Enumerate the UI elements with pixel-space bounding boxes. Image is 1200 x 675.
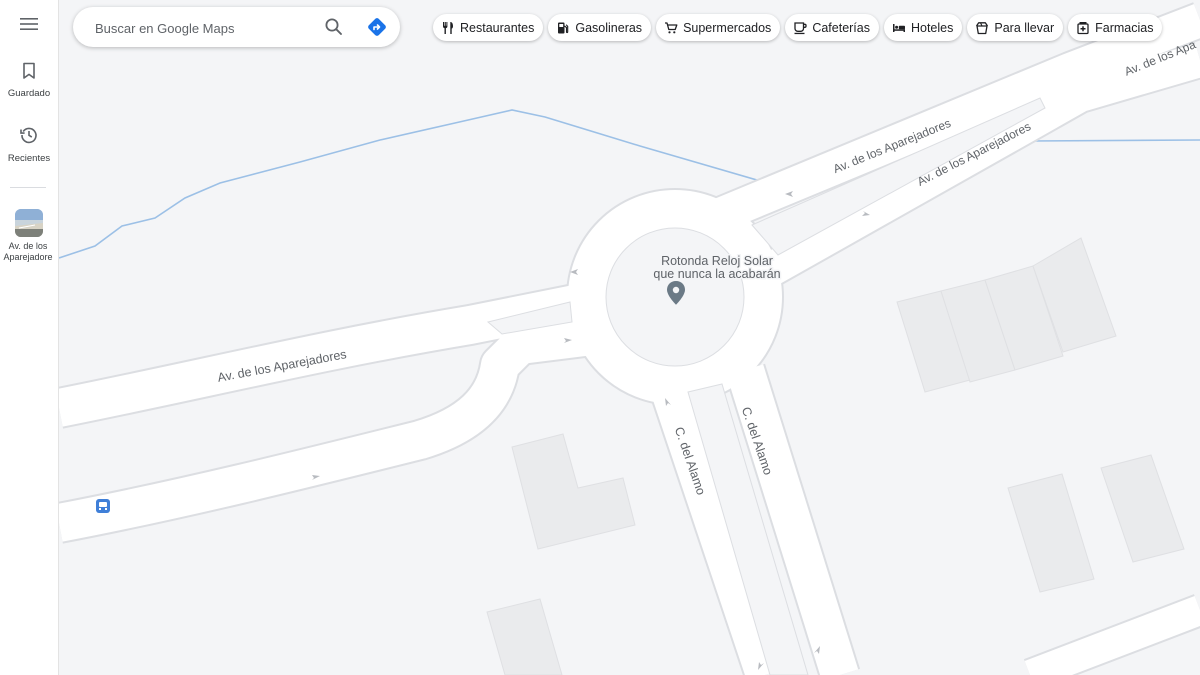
map-canvas[interactable]: Rotonda Reloj Solar que nunca la acabará… (59, 0, 1200, 675)
recents-label: Recientes (7, 153, 51, 164)
chip-label: Restaurantes (460, 20, 535, 35)
chip-label: Cafeterías (812, 20, 870, 35)
bed-icon (892, 21, 906, 35)
saved-label: Guardado (7, 88, 51, 99)
hamburger-menu-icon (20, 18, 38, 35)
recent-place-thumbnail (15, 209, 43, 237)
chip-cafes[interactable]: Cafeterías (785, 14, 879, 41)
recents-button[interactable]: Recientes (0, 125, 58, 164)
chip-gas-stations[interactable]: Gasolineras (548, 14, 652, 41)
coffee-cup-icon (793, 21, 807, 35)
chip-label: Hoteles (910, 20, 954, 35)
fork-knife-icon (441, 21, 455, 35)
chip-takeaway[interactable]: Para llevar (967, 14, 1064, 41)
history-icon (19, 127, 39, 149)
gas-pump-icon (556, 21, 570, 35)
search-box (73, 7, 400, 49)
rail-divider (10, 187, 46, 188)
search-icon (322, 18, 346, 43)
recent-place-label-line1: Av. de los (8, 241, 48, 251)
directions-button[interactable] (365, 15, 389, 39)
search-button[interactable] (322, 15, 346, 39)
chip-pharmacies[interactable]: Farmacias (1068, 14, 1163, 41)
shopping-cart-icon (664, 21, 678, 35)
category-chips: Restaurantes Gasolineras Supermercados C… (433, 14, 1167, 42)
place-label: Rotonda Reloj Solar (661, 254, 773, 268)
search-input[interactable] (93, 7, 317, 49)
menu-button[interactable] (0, 17, 58, 36)
directions-icon (365, 18, 389, 43)
recent-place-label-line2: Aparejadore (3, 252, 53, 262)
bus-stop-icon (96, 499, 110, 513)
chip-label: Supermercados (683, 20, 772, 35)
recent-place-item[interactable]: Av. de los Aparejadore (0, 209, 58, 263)
chip-hotels[interactable]: Hoteles (883, 14, 963, 41)
saved-button[interactable]: Guardado (0, 62, 58, 99)
place-label: que nunca la acabarán (653, 267, 780, 281)
chip-restaurants[interactable]: Restaurantes (433, 14, 544, 41)
takeaway-icon (975, 21, 989, 35)
left-rail: Guardado Recientes Av. de los Aparejador… (0, 0, 59, 675)
chip-label: Para llevar (994, 20, 1055, 35)
road (1036, 61, 1087, 116)
chip-supermarkets[interactable]: Supermercados (656, 14, 781, 41)
bookmark-icon (22, 62, 36, 84)
pharmacy-icon (1076, 21, 1090, 35)
chip-label: Farmacias (1095, 20, 1154, 35)
chip-label: Gasolineras (575, 20, 643, 35)
